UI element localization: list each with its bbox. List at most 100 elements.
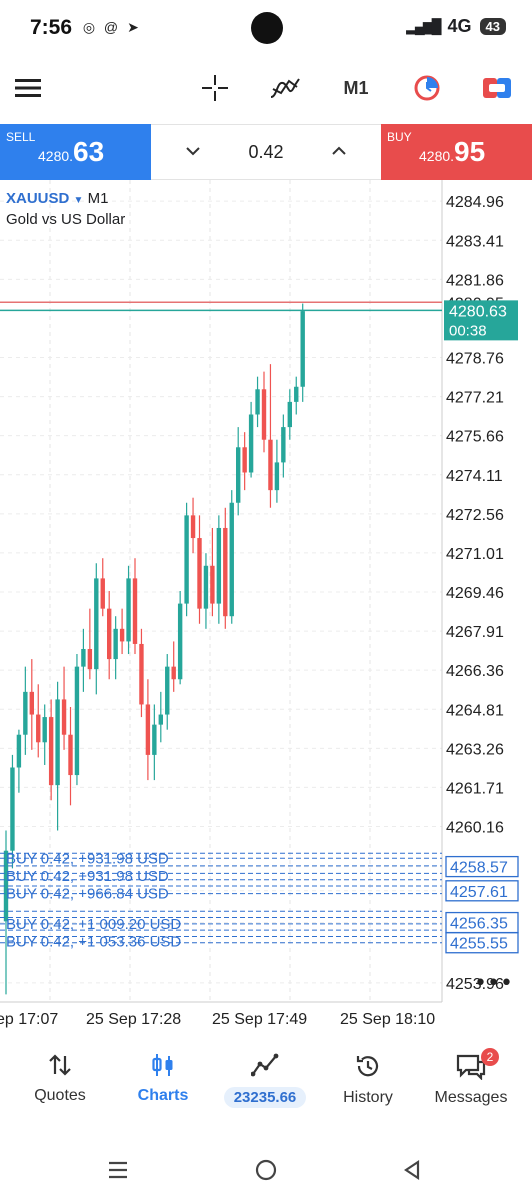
bottom-navigation: Quotes Charts 23235.66 History 2 Message…	[0, 1040, 532, 1130]
sell-button[interactable]: SELL 4280.63	[0, 124, 151, 180]
recent-apps-button[interactable]	[98, 1150, 138, 1190]
charts-icon	[152, 1054, 173, 1076]
price-axis-label: 4275.66	[446, 429, 504, 446]
candle-body	[177, 603, 183, 680]
candle-body	[81, 648, 86, 667]
home-button[interactable]	[246, 1150, 286, 1190]
candle-body	[171, 666, 176, 680]
position-price-label: 4257.61	[450, 884, 508, 901]
candle-body	[197, 538, 202, 609]
chart-toolbar: M1	[0, 58, 532, 118]
back-icon	[404, 1159, 420, 1181]
candle-body	[132, 578, 138, 644]
buy-price-big: 95	[454, 136, 486, 167]
messages-badge: 2	[481, 1048, 499, 1066]
position-label: BUY 0.42, +931.98 USD	[6, 850, 169, 867]
candle-body	[190, 515, 196, 539]
candle-body	[126, 578, 131, 642]
candle-body	[100, 578, 105, 609]
status-bar: 7:56 ◎ @ ➤ ▂▄▆█ 4G 43	[0, 0, 532, 58]
camera-cutout	[251, 12, 283, 44]
candle-body	[268, 439, 273, 491]
volume-control: 0.42	[151, 124, 381, 180]
time-axis-label: 25 Sep 18:10	[340, 1011, 435, 1028]
nav-trade[interactable]: 23235.66	[215, 1052, 315, 1108]
candle-body	[236, 447, 241, 503]
candle-body	[203, 565, 209, 609]
candle-body	[87, 648, 93, 670]
candle-body	[10, 767, 15, 851]
candle-body	[55, 699, 60, 786]
status-time: 7:56	[30, 16, 73, 39]
price-axis-label: 4274.11	[446, 468, 503, 485]
position-price-label: 4256.35	[450, 916, 508, 933]
candle-body	[229, 502, 234, 617]
back-button[interactable]	[392, 1150, 432, 1190]
candle-body	[152, 724, 157, 755]
sell-price-main: 4280.	[38, 148, 74, 164]
candle-body	[74, 666, 80, 776]
recent-apps-icon	[109, 1161, 127, 1179]
position-price-label: 4258.57	[450, 860, 508, 877]
whatsapp-icon: ◎	[82, 19, 96, 35]
nav-history-label: History	[343, 1089, 393, 1106]
sell-price-big: 63	[73, 136, 105, 167]
symbol-dropdown-icon: ▼	[73, 195, 84, 206]
system-navigation	[0, 1140, 532, 1200]
price-axis-label: 4278.76	[446, 351, 504, 368]
one-click-trading-icon[interactable]	[410, 70, 444, 106]
position-label: BUY 0.42, +1 053.36 USD	[6, 933, 181, 950]
candle-body	[61, 699, 67, 735]
price-axis-label: 4271.01	[446, 546, 504, 563]
price-chart[interactable]: 4284.964283.414281.864280.954278.764277.…	[0, 180, 532, 1030]
candle-body	[216, 527, 222, 604]
nav-messages-label: Messages	[434, 1089, 508, 1106]
candle-body	[29, 691, 34, 715]
candle-body	[107, 608, 112, 660]
sell-price: 4280.63	[38, 136, 104, 168]
candle-body	[300, 311, 305, 387]
chevron-up-icon	[332, 146, 346, 155]
price-axis-label: 4284.96	[446, 194, 504, 211]
candle-body	[210, 565, 215, 604]
trade-bar: SELL 4280.63 0.42 BUY 4280.95	[0, 124, 532, 180]
bar-countdown: 00:38	[449, 322, 487, 339]
nav-messages[interactable]: 2 Messages	[421, 1048, 521, 1107]
status-app-icons: ◎ @ ➤	[80, 18, 142, 36]
candle-body	[248, 414, 254, 473]
trade-icon[interactable]	[480, 70, 514, 106]
crosshair-icon[interactable]	[198, 70, 232, 106]
nav-charts[interactable]: Charts	[113, 1052, 213, 1105]
telegram-icon: ➤	[127, 19, 139, 35]
candle-body	[287, 401, 292, 428]
candle-body	[36, 714, 41, 743]
time-axis-label: ep 17:07	[0, 1011, 58, 1028]
indicators-icon[interactable]	[268, 70, 302, 106]
menu-icon[interactable]	[12, 70, 44, 106]
time-axis-label: 25 Sep 17:49	[212, 1011, 307, 1028]
chart-symbol-header[interactable]: XAUUSD ▼ M1	[6, 190, 108, 207]
status-right: ▂▄▆█ 4G 43	[406, 16, 506, 37]
timeframe-button[interactable]: M1	[338, 70, 374, 106]
candle-body	[119, 628, 125, 642]
candle-body	[145, 704, 151, 755]
nav-quotes[interactable]: Quotes	[10, 1052, 110, 1105]
nav-quotes-label: Quotes	[34, 1087, 86, 1104]
candle-body	[281, 427, 286, 463]
price-axis-label: 4281.86	[446, 272, 504, 289]
volume-increase-button[interactable]	[327, 139, 351, 163]
candle-body	[113, 628, 118, 660]
position-label: BUY 0.42, +1 009.20 USD	[6, 916, 181, 933]
price-axis-label: 4277.21	[446, 390, 504, 407]
nav-history[interactable]: History	[318, 1052, 418, 1107]
price-axis-label: 4283.41	[446, 233, 504, 250]
buy-price-main: 4280.	[419, 148, 455, 164]
position-label: BUY 0.42, +966.84 USD	[6, 886, 169, 903]
quotes-icon	[49, 1054, 71, 1076]
candle-body	[261, 389, 267, 440]
buy-button[interactable]: BUY 4280.95	[381, 124, 532, 180]
price-axis-label: 4264.81	[446, 702, 504, 719]
battery-icon: 43	[479, 18, 506, 35]
bid-price-label: 4280.63	[449, 303, 507, 320]
candle-body	[23, 691, 28, 735]
